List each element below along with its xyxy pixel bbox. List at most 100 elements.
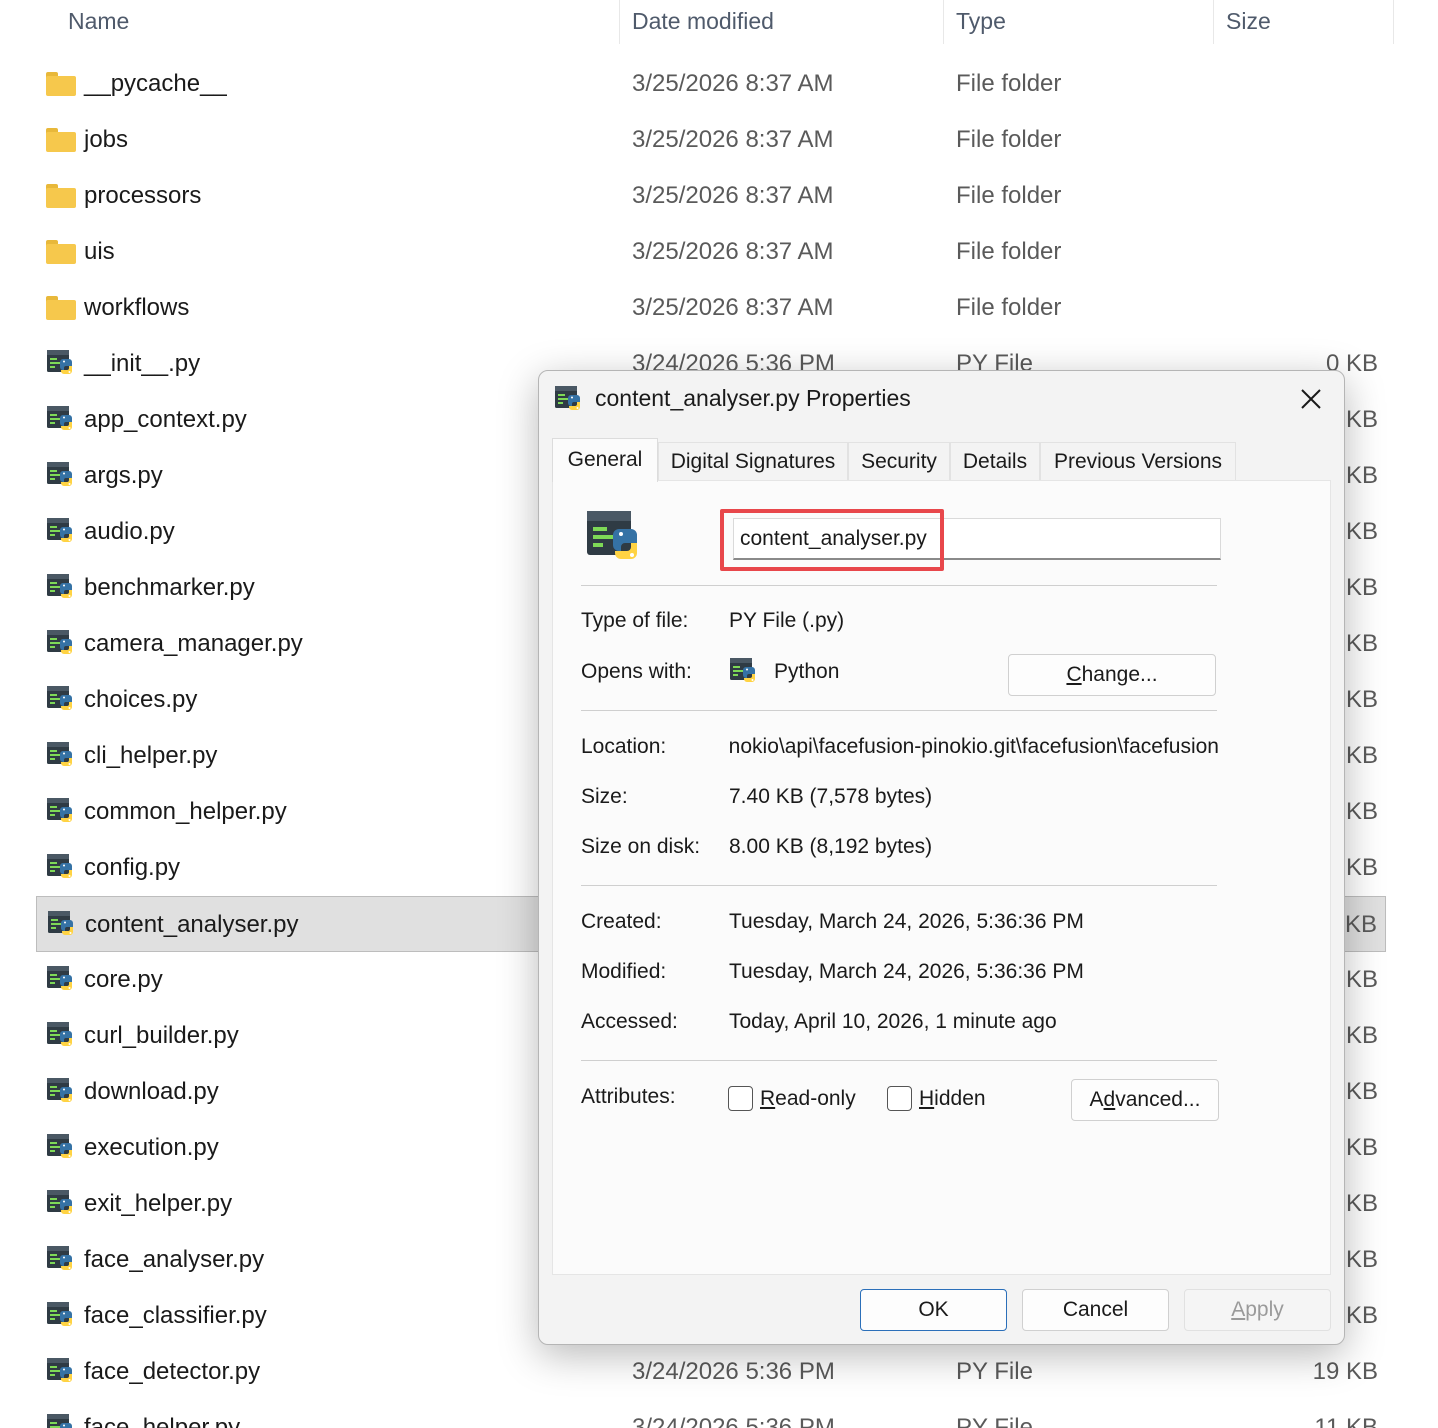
column-header-size[interactable]: Size (1214, 0, 1271, 44)
file-size: KB (1345, 742, 1378, 769)
folder-icon (46, 125, 76, 155)
python-file-icon (46, 349, 76, 379)
python-file-icon (585, 509, 645, 569)
file-type: File folder (956, 238, 1062, 265)
modified-label: Modified: (581, 960, 667, 983)
file-name: __init__.py (84, 350, 201, 377)
file-size: KB (1345, 406, 1378, 433)
file-size: KB (1345, 1190, 1378, 1217)
divider (581, 1060, 1217, 1061)
file-name: audio.py (84, 518, 175, 545)
change-button[interactable]: Change... (1008, 654, 1216, 696)
file-name: execution.py (84, 1134, 219, 1161)
size-on-disk-value: 8.00 KB (8,192 bytes) (729, 835, 933, 858)
attributes-label: Attributes: (581, 1085, 676, 1108)
column-separator[interactable] (1393, 0, 1394, 44)
python-file-icon (46, 965, 76, 995)
file-name: cli_helper.py (84, 742, 218, 769)
tab-security[interactable]: Security (848, 442, 950, 480)
python-file-icon (46, 629, 76, 659)
created-label: Created: (581, 910, 662, 933)
file-row[interactable]: jobs 3/25/2026 8:37 AM File folder (36, 112, 1386, 168)
file-size: KB (1345, 518, 1378, 545)
python-file-icon (46, 461, 76, 491)
python-file-icon (46, 1133, 76, 1163)
divider (581, 885, 1217, 886)
file-row[interactable]: __pycache__ 3/25/2026 8:37 AM File folder (36, 56, 1386, 112)
file-row[interactable]: uis 3/25/2026 8:37 AM File folder (36, 224, 1386, 280)
file-row[interactable]: face_helper.py 3/24/2026 5:36 PM PY File 11… (36, 1400, 1386, 1428)
file-size: KB (1345, 1246, 1378, 1273)
file-size: KB (1345, 574, 1378, 601)
type-of-file-value: PY File (.py) (729, 609, 845, 632)
column-header-date[interactable]: Date modified (620, 0, 774, 44)
file-type: File folder (956, 182, 1062, 209)
python-file-icon (46, 1301, 76, 1331)
file-date: 3/25/2026 8:37 AM (632, 238, 834, 265)
folder-icon (46, 293, 76, 323)
file-type: File folder (956, 294, 1062, 321)
file-name: face_classifier.py (84, 1302, 267, 1329)
divider (581, 585, 1217, 586)
dialog-title: content_analyser.py Properties (595, 385, 911, 411)
file-name: download.py (84, 1078, 219, 1105)
tab-previous-versions[interactable]: Previous Versions (1040, 442, 1236, 480)
file-date: 3/24/2026 5:36 PM (632, 1358, 835, 1385)
hidden-checkbox[interactable] (887, 1086, 912, 1111)
file-size: KB (1345, 966, 1378, 993)
file-size: 19 KB (1312, 1358, 1378, 1385)
file-type: File folder (956, 70, 1062, 97)
filename-input[interactable] (733, 518, 1221, 560)
advanced-button[interactable]: Advanced... (1071, 1079, 1219, 1121)
python-file-icon (47, 910, 77, 940)
file-type: PY File (956, 1358, 1033, 1385)
close-button[interactable] (1289, 379, 1333, 419)
file-name: choices.py (84, 686, 198, 713)
read-only-label[interactable]: Read-only (760, 1087, 856, 1111)
python-app-icon (729, 657, 759, 687)
column-header-name[interactable]: Name (56, 0, 129, 44)
file-name: uis (84, 238, 115, 265)
tab-general[interactable]: General (552, 438, 658, 482)
file-name: args.py (84, 462, 163, 489)
ok-button[interactable]: OK (860, 1289, 1007, 1331)
tab-details[interactable]: Details (950, 442, 1040, 480)
file-size: KB (1345, 686, 1378, 713)
location-value: C:\pinokio\api\facefusion-pinokio.git\fa… (729, 735, 1219, 758)
python-file-icon (554, 385, 584, 415)
file-date: 3/25/2026 8:37 AM (632, 294, 834, 321)
file-size: KB (1345, 1134, 1378, 1161)
file-size: KB (1345, 798, 1378, 825)
column-header-type[interactable]: Type (944, 0, 1006, 44)
apply-button[interactable]: Apply (1184, 1289, 1331, 1331)
file-size: KB (1345, 1302, 1378, 1329)
file-row[interactable]: face_detector.py 3/24/2026 5:36 PM PY File… (36, 1344, 1386, 1400)
divider (581, 710, 1217, 711)
file-name: processors (84, 182, 202, 209)
hidden-label[interactable]: Hidden (919, 1087, 986, 1111)
type-of-file-label: Type of file: (581, 609, 689, 632)
file-size: 11 KB (1314, 1414, 1378, 1428)
size-on-disk-label: Size on disk: (581, 835, 701, 858)
file-name: face_helper.py (84, 1414, 241, 1428)
file-name: face_detector.py (84, 1358, 261, 1385)
accessed-value: Today, April 10, 2026, 1 minute ago (729, 1010, 1057, 1033)
modified-value: Tuesday, March 24, 2026, 5:36:36 PM (729, 960, 1084, 983)
tab-digital-signatures[interactable]: Digital Signatures (658, 442, 848, 480)
location-field[interactable]: C:\pinokio\api\facefusion-pinokio.git\fa… (729, 735, 1219, 765)
file-name: face_analyser.py (84, 1246, 265, 1273)
file-row[interactable]: workflows 3/25/2026 8:37 AM File folder (36, 280, 1386, 336)
file-size: KB (1345, 1078, 1378, 1105)
file-name: exit_helper.py (84, 1190, 233, 1217)
created-value: Tuesday, March 24, 2026, 5:36:36 PM (729, 910, 1084, 933)
file-date: 3/25/2026 8:37 AM (632, 70, 834, 97)
file-size: KB (1345, 854, 1378, 881)
file-row[interactable]: processors 3/25/2026 8:37 AM File folder (36, 168, 1386, 224)
read-only-checkbox[interactable] (728, 1086, 753, 1111)
python-file-icon (46, 685, 76, 715)
python-file-icon (46, 741, 76, 771)
cancel-button[interactable]: Cancel (1022, 1289, 1169, 1331)
file-name: core.py (84, 966, 163, 993)
python-file-icon (46, 1245, 76, 1275)
folder-icon (46, 181, 76, 211)
